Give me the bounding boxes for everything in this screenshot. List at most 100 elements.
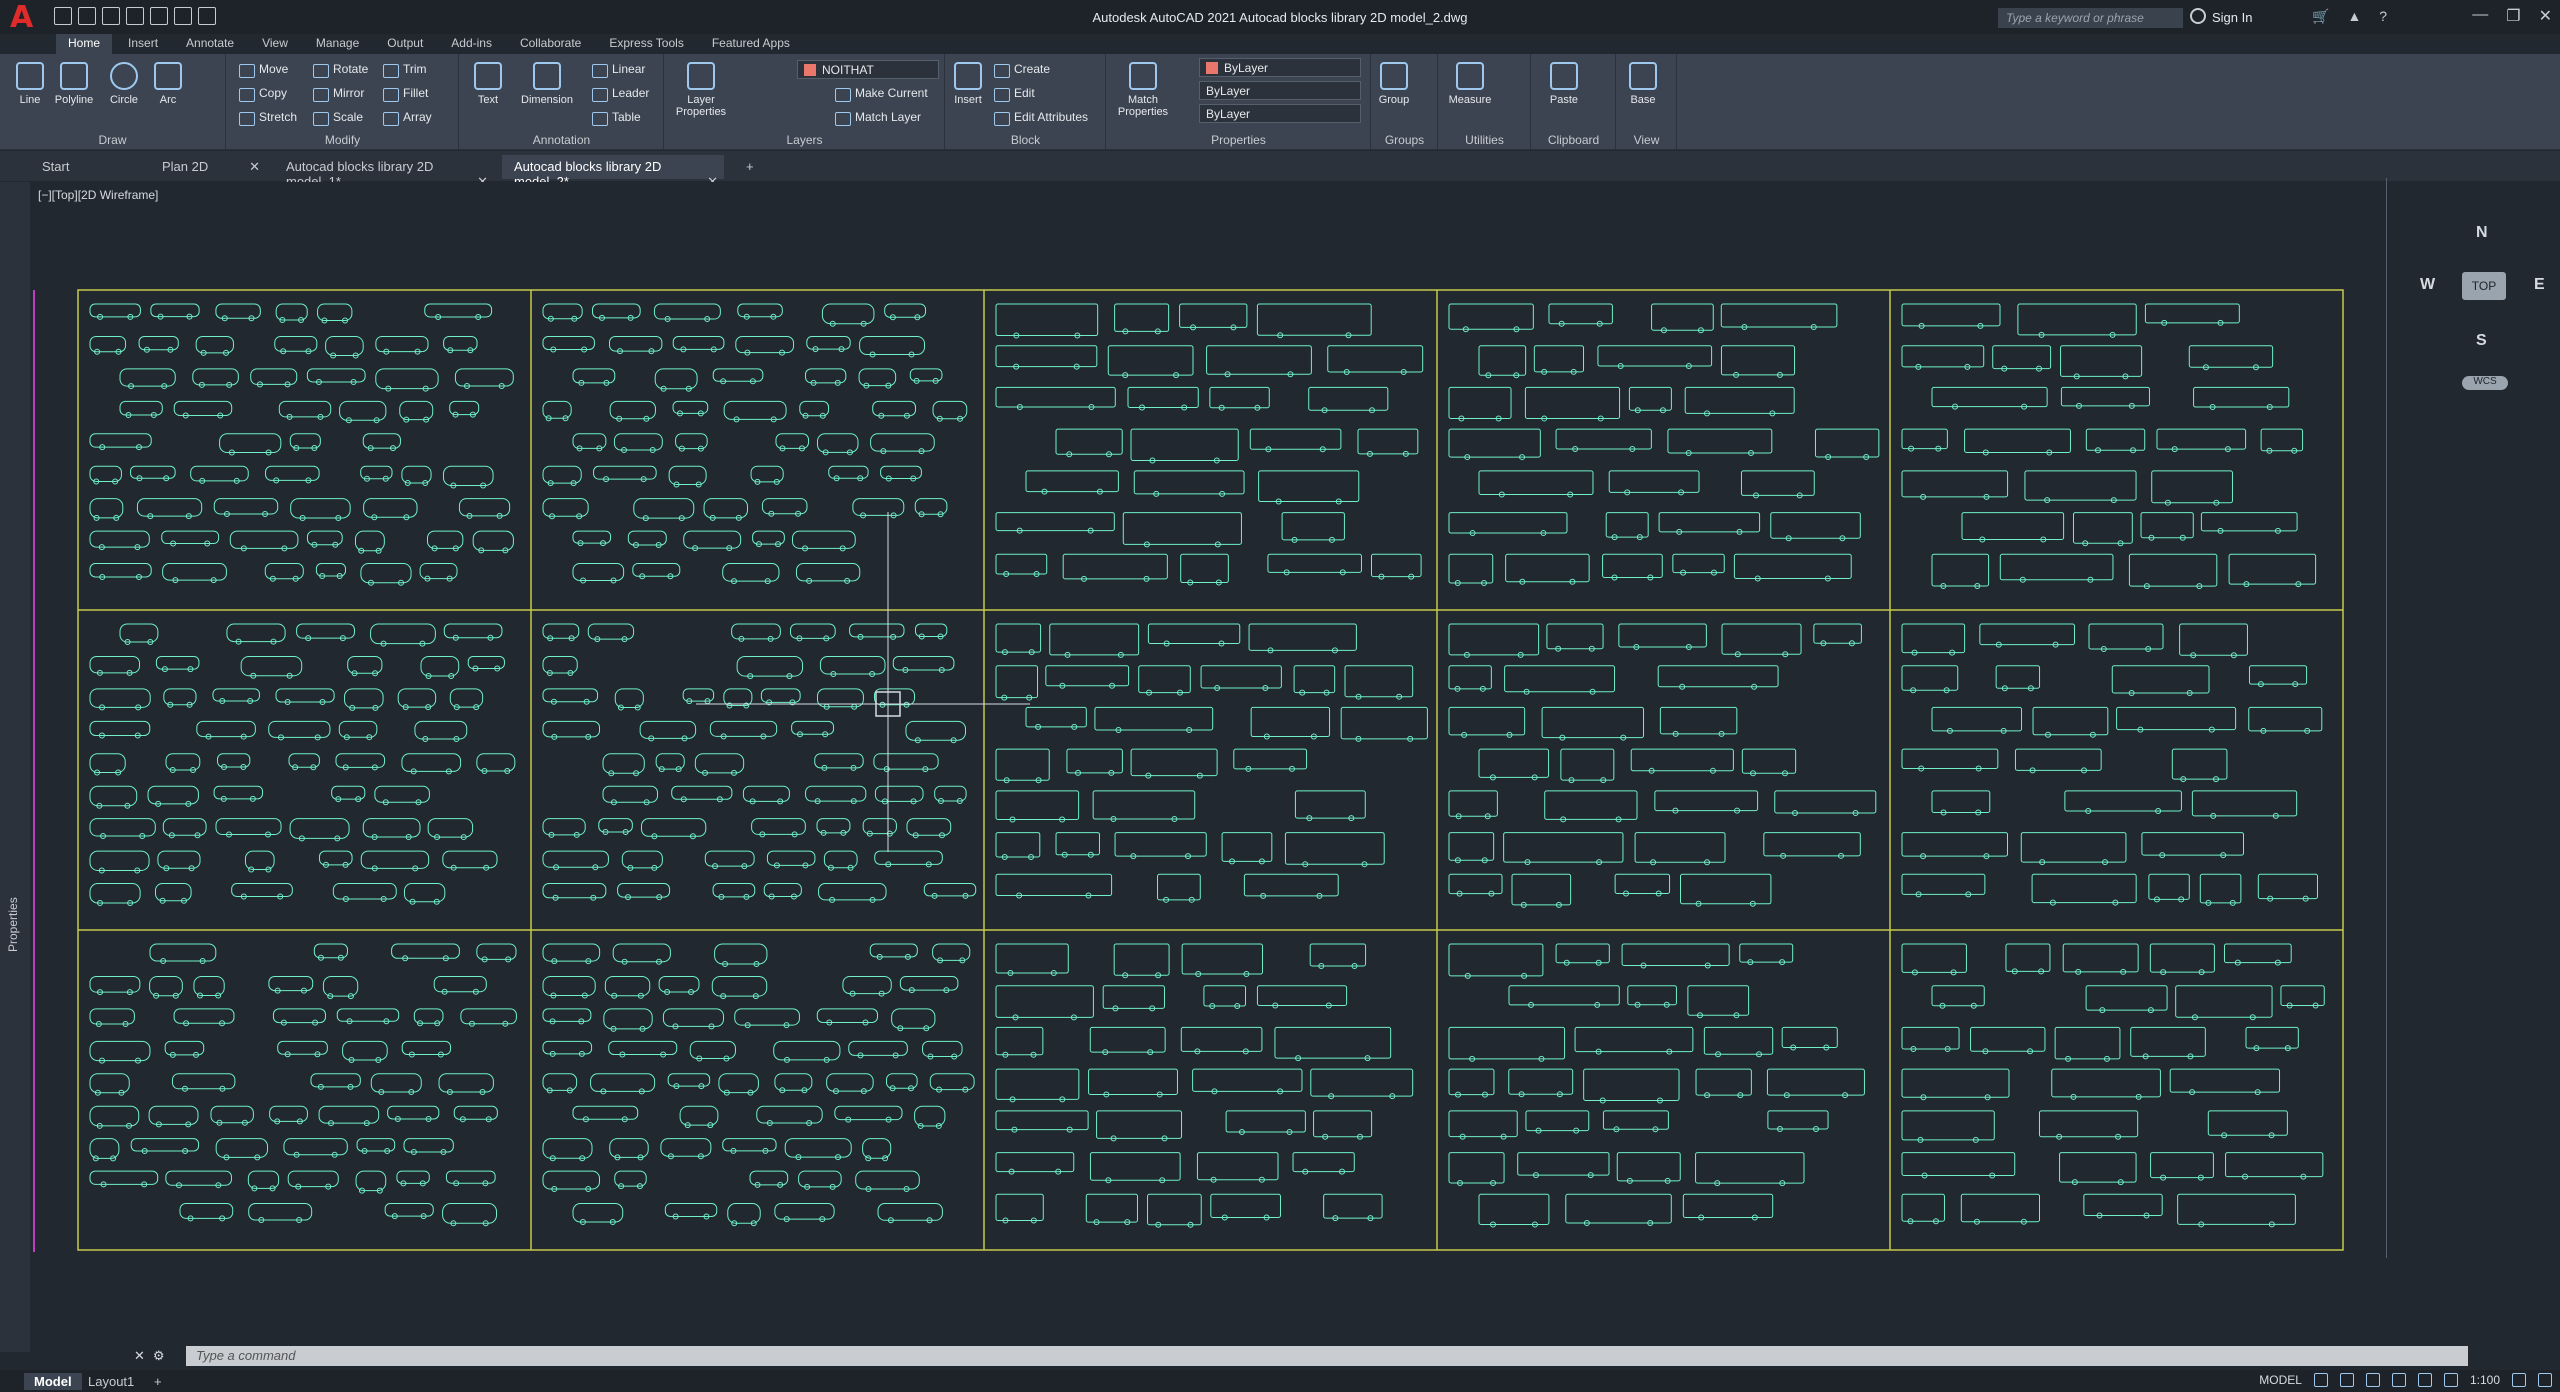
properties-palette-bar[interactable]: Properties bbox=[0, 182, 30, 1352]
drawing-canvas[interactable]: [−][Top][2D Wireframe] bbox=[30, 182, 2560, 1352]
mirror-tool[interactable]: Mirror bbox=[313, 86, 364, 102]
fillet-tool[interactable]: Fillet bbox=[383, 86, 428, 102]
linear-tool[interactable]: Linear bbox=[592, 62, 645, 78]
create-block-button[interactable]: Create bbox=[994, 62, 1050, 78]
command-input[interactable]: Type a command bbox=[186, 1346, 2468, 1366]
vehicle-block bbox=[995, 1193, 1044, 1224]
match-properties-tool[interactable]: Match Properties bbox=[1113, 62, 1173, 118]
close-command-icon[interactable]: ✕ bbox=[134, 1348, 145, 1364]
viewcube-top-face[interactable]: TOP bbox=[2462, 272, 2506, 300]
linetype-dropdown[interactable]: ByLayer bbox=[1199, 81, 1361, 100]
layers-panel-label[interactable]: Layers bbox=[665, 133, 944, 147]
tab-featured-apps[interactable]: Featured Apps bbox=[700, 34, 802, 54]
viewcube-east[interactable]: E bbox=[2534, 276, 2545, 294]
table-tool[interactable]: Table bbox=[592, 110, 641, 126]
trim-tool[interactable]: Trim bbox=[383, 62, 427, 78]
text-tool[interactable]: Text bbox=[468, 62, 508, 106]
paste-tool[interactable]: Paste bbox=[1544, 62, 1584, 106]
doc-tab-model-1[interactable]: Autocad blocks library 2D model_1*✕ bbox=[274, 155, 494, 189]
cart-icon[interactable]: 🛒 bbox=[2312, 8, 2329, 25]
tab-output[interactable]: Output bbox=[375, 34, 435, 54]
vehicle-block bbox=[703, 498, 748, 521]
base-tool[interactable]: Base bbox=[1625, 62, 1661, 106]
autodesk-a-icon[interactable]: ▲ bbox=[2347, 8, 2361, 25]
utilities-panel-label[interactable]: Utilities bbox=[1439, 133, 1530, 147]
vehicle-block bbox=[1608, 470, 1700, 496]
tab-express-tools[interactable]: Express Tools bbox=[597, 34, 695, 54]
viewcube-west[interactable]: W bbox=[2420, 276, 2435, 294]
model-space-button[interactable]: MODEL bbox=[2259, 1373, 2302, 1387]
viewcube-north[interactable]: N bbox=[2476, 224, 2488, 242]
lineweight-icon[interactable] bbox=[2443, 1373, 2458, 1387]
view-panel-label[interactable]: View bbox=[1617, 133, 1676, 147]
doc-tab-model-2[interactable]: Autocad blocks library 2D model_2*✕ bbox=[502, 155, 724, 189]
doc-tab-start[interactable]: Start bbox=[30, 155, 81, 179]
dimension-tool[interactable]: Dimension bbox=[512, 62, 582, 106]
minimize-icon[interactable]: — bbox=[2472, 6, 2488, 26]
close-icon[interactable]: ✕ bbox=[2539, 6, 2552, 26]
add-layout-button[interactable]: + bbox=[144, 1373, 172, 1390]
annotation-scale[interactable]: 1:100 bbox=[2470, 1373, 2500, 1387]
search-icon[interactable] bbox=[2190, 8, 2206, 24]
modify-panel-label[interactable]: Modify bbox=[227, 133, 458, 147]
edit-block-button[interactable]: Edit bbox=[994, 86, 1035, 102]
close-tab-icon[interactable]: ✕ bbox=[249, 159, 260, 175]
customization-icon[interactable] bbox=[2538, 1373, 2552, 1387]
make-current-button[interactable]: Make Current bbox=[835, 86, 928, 102]
arc-tool[interactable]: Arc bbox=[150, 62, 186, 106]
groups-panel-label[interactable]: Groups bbox=[1372, 133, 1437, 147]
grid-icon[interactable] bbox=[2313, 1373, 2328, 1387]
tab-home[interactable]: Home bbox=[56, 34, 113, 54]
tab-insert[interactable]: Insert bbox=[116, 34, 170, 54]
circle-tool[interactable]: Circle bbox=[102, 62, 146, 106]
layer-dropdown[interactable]: NOITHAT bbox=[797, 60, 939, 79]
vehicle-block bbox=[1931, 386, 2048, 410]
array-tool[interactable]: Array bbox=[383, 110, 432, 126]
edit-attributes-button[interactable]: Edit Attributes bbox=[994, 110, 1088, 126]
snap-icon[interactable] bbox=[2339, 1373, 2354, 1387]
tab-layout1[interactable]: Layout1 bbox=[78, 1373, 144, 1390]
tab-annotate[interactable]: Annotate bbox=[174, 34, 246, 54]
tab-collaborate[interactable]: Collaborate bbox=[508, 34, 593, 54]
rotate-tool[interactable]: Rotate bbox=[313, 62, 368, 78]
clipboard-panel-label[interactable]: Clipboard bbox=[1532, 133, 1615, 147]
sign-in-button[interactable]: Sign In bbox=[2212, 10, 2252, 25]
layer-properties-tool[interactable]: Layer Properties bbox=[673, 62, 729, 118]
properties-palette-label[interactable]: Properties bbox=[6, 897, 20, 952]
tab-manage[interactable]: Manage bbox=[304, 34, 371, 54]
tab-model[interactable]: Model bbox=[24, 1373, 82, 1390]
tab-add-ins[interactable]: Add-ins bbox=[439, 34, 504, 54]
new-tab-button[interactable]: + bbox=[734, 155, 766, 179]
properties-panel-label[interactable]: Properties bbox=[1107, 133, 1370, 147]
draw-panel-label[interactable]: Draw bbox=[0, 133, 225, 147]
insert-tool[interactable]: Insert bbox=[950, 62, 986, 106]
gear-icon[interactable] bbox=[2512, 1373, 2526, 1387]
lineweight-dropdown[interactable]: ByLayer bbox=[1199, 104, 1361, 123]
group-tool[interactable]: Group bbox=[1374, 62, 1414, 106]
ortho-icon[interactable] bbox=[2365, 1373, 2380, 1387]
leader-tool[interactable]: Leader bbox=[592, 86, 649, 102]
line-tool[interactable]: Line bbox=[10, 62, 50, 106]
vehicle-block bbox=[89, 1008, 135, 1027]
viewcube-south[interactable]: S bbox=[2476, 332, 2487, 350]
osnap-icon[interactable] bbox=[2417, 1373, 2432, 1387]
match-layer-button[interactable]: Match Layer bbox=[835, 110, 921, 126]
vehicle-block bbox=[2257, 873, 2318, 902]
polar-icon[interactable] bbox=[2391, 1373, 2406, 1387]
restore-icon[interactable]: ❐ bbox=[2506, 6, 2520, 26]
customize-command-icon[interactable]: ⚙ bbox=[153, 1348, 165, 1364]
block-panel-label[interactable]: Block bbox=[946, 133, 1105, 147]
polyline-tool[interactable]: Polyline bbox=[50, 62, 98, 106]
copy-tool[interactable]: Copy bbox=[239, 86, 287, 102]
tab-view[interactable]: View bbox=[250, 34, 300, 54]
search-input[interactable]: Type a keyword or phrase bbox=[1998, 8, 2183, 28]
help-icon[interactable]: ? bbox=[2379, 8, 2387, 25]
color-dropdown[interactable]: ByLayer bbox=[1199, 58, 1361, 77]
annotation-panel-label[interactable]: Annotation bbox=[460, 133, 663, 147]
wcs-menu[interactable]: WCS bbox=[2462, 376, 2508, 390]
stretch-tool[interactable]: Stretch bbox=[239, 110, 297, 126]
move-tool[interactable]: Move bbox=[239, 62, 288, 78]
measure-tool[interactable]: Measure bbox=[1445, 62, 1495, 106]
scale-tool[interactable]: Scale bbox=[313, 110, 363, 126]
doc-tab-plan-2d[interactable]: Plan 2D ✕ bbox=[150, 155, 266, 179]
